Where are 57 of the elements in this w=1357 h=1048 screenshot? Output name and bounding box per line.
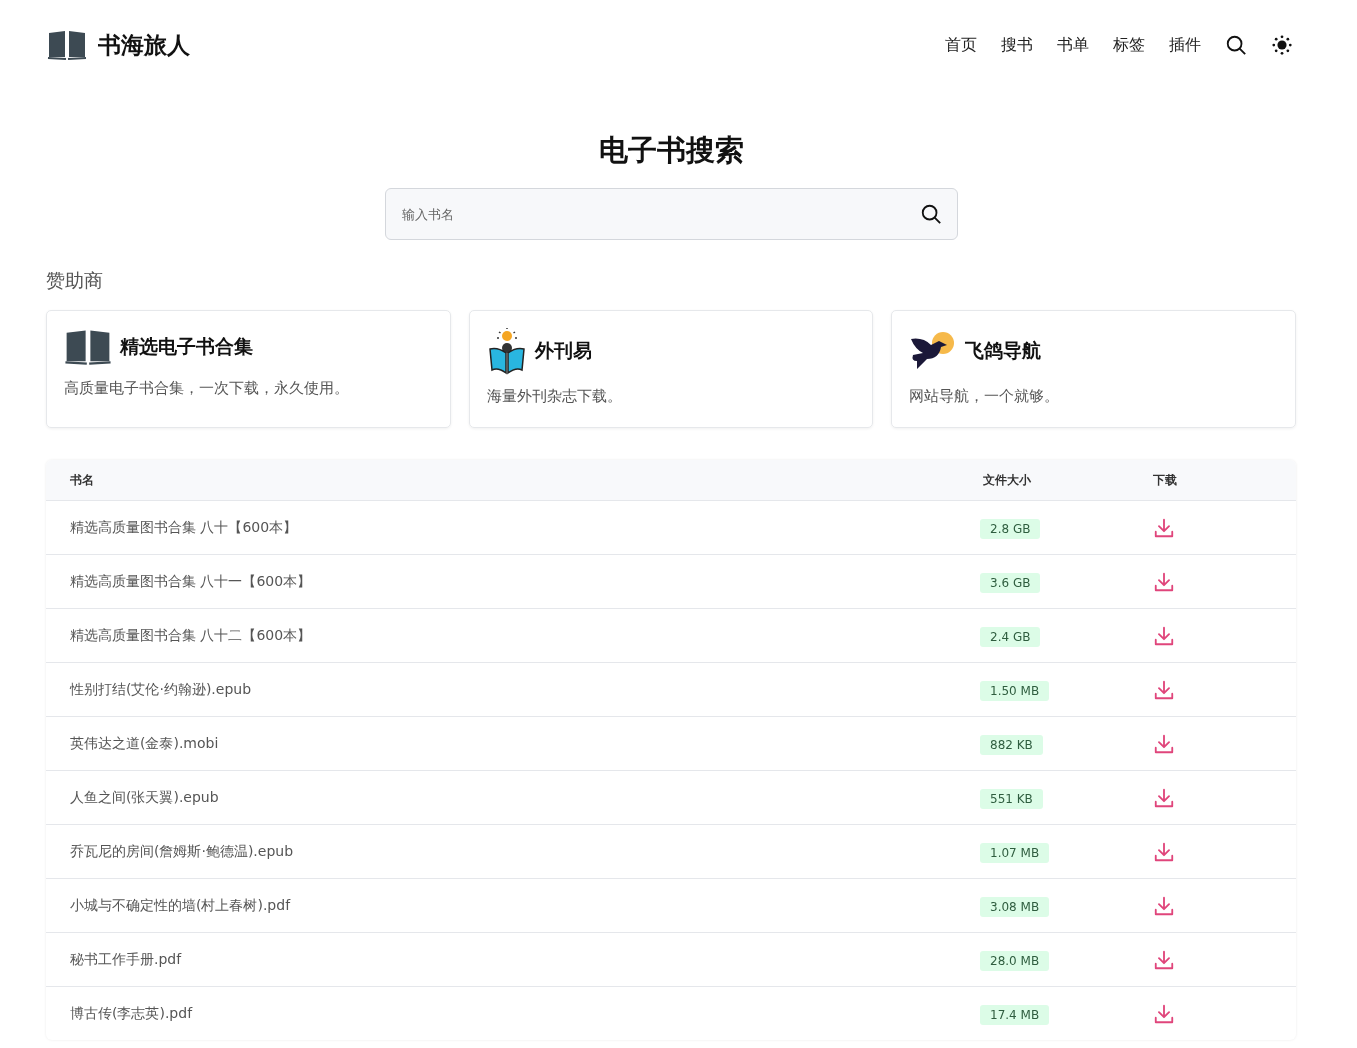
sponsor-description: 网站导航，一个就够。 <box>909 387 1061 406</box>
book-title: 英伟达之道(金泰).mobi <box>69 734 220 753</box>
book-title: 精选高质量图书合集 八十【600本】 <box>69 518 299 537</box>
nav-link[interactable]: 首页 <box>945 34 977 56</box>
open-book-icon <box>64 328 112 366</box>
column-header: 下载 <box>1153 471 1178 489</box>
file-size-badge: 28.0 MB <box>980 951 1050 971</box>
file-size-badge: 17.4 MB <box>980 1005 1050 1025</box>
search-icon[interactable] <box>1225 34 1247 56</box>
sponsor-card[interactable]: 飞鸽导航 网站导航，一个就够。 <box>891 310 1296 428</box>
sponsor-card[interactable]: 精选电子书合集 高质量电子书合集，一次下载，永久使用。 <box>46 310 451 428</box>
nav-link[interactable]: 搜书 <box>1001 34 1033 56</box>
sun-icon[interactable] <box>1271 34 1293 56</box>
file-size-badge: 551 KB <box>980 789 1043 809</box>
download-icon[interactable] <box>1153 786 1175 809</box>
search-field[interactable]: 输入书名 <box>384 188 958 240</box>
download-icon[interactable] <box>1153 894 1175 917</box>
download-icon[interactable] <box>1153 516 1175 539</box>
sponsor-card[interactable]: 外刊易 海量外刊杂志下载。 <box>468 310 874 428</box>
download-icon[interactable] <box>1153 570 1175 593</box>
book-title: 乔瓦尼的房间(詹姆斯·鲍德温).epub <box>69 842 295 861</box>
download-icon[interactable] <box>1153 678 1175 701</box>
sponsor-name: 精选电子书合集 <box>120 334 253 359</box>
book-title: 精选高质量图书合集 八十一【600本】 <box>69 572 313 591</box>
page-title: 电子书搜索 <box>597 132 745 169</box>
column-header: 文件大小 <box>983 471 1032 489</box>
book-title: 小城与不确定性的墙(村上春树).pdf <box>69 896 292 915</box>
sponsor-name: 外刊易 <box>534 338 592 363</box>
download-icon[interactable] <box>1153 732 1175 755</box>
file-size-badge: 1.50 MB <box>980 681 1050 701</box>
download-icon[interactable] <box>1153 948 1175 971</box>
column-header: 书名 <box>69 471 95 489</box>
nav-link[interactable]: 书单 <box>1057 34 1089 56</box>
file-size-badge: 2.4 GB <box>980 627 1041 647</box>
sponsor-description: 海量外刊杂志下载。 <box>486 387 623 406</box>
sponsor-description: 高质量电子书合集，一次下载，永久使用。 <box>64 379 350 398</box>
file-size-badge: 2.8 GB <box>980 519 1041 539</box>
sponsor-name: 飞鸽导航 <box>965 338 1042 363</box>
file-size-badge: 3.08 MB <box>980 897 1050 917</box>
book-title: 性别打结(艾伦·约翰逊).epub <box>68 680 253 699</box>
download-icon[interactable] <box>1153 624 1175 647</box>
book-lightbulb-icon <box>486 327 527 375</box>
download-icon[interactable] <box>1153 1002 1175 1025</box>
open-book-icon <box>46 29 88 61</box>
site-name[interactable]: 书海旅人 <box>98 29 190 61</box>
nav-link[interactable]: 插件 <box>1169 34 1201 56</box>
search-icon[interactable] <box>919 203 942 225</box>
download-icon[interactable] <box>1153 840 1175 863</box>
file-size-badge: 882 KB <box>980 735 1043 755</box>
section-heading: 赞助商 <box>46 268 104 293</box>
book-title: 博古传(李志英).pdf <box>69 1004 194 1023</box>
file-size-badge: 3.6 GB <box>980 573 1041 593</box>
book-title: 精选高质量图书合集 八十二【600本】 <box>69 626 313 645</box>
nav-link[interactable]: 标签 <box>1113 34 1145 56</box>
book-title: 人鱼之间(张天翼).epub <box>69 788 220 807</box>
file-size-badge: 1.07 MB <box>980 843 1050 863</box>
book-title: 秘书工作手册.pdf <box>69 950 183 969</box>
